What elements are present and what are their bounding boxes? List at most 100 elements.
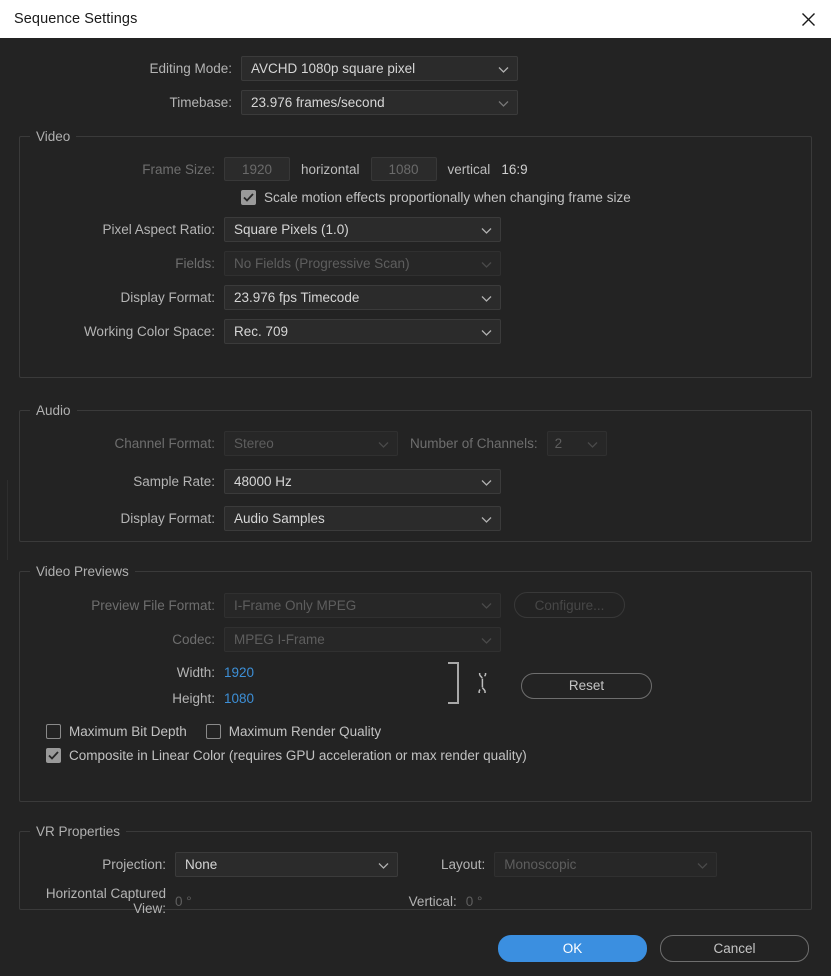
projection-value: None [185, 857, 217, 872]
preview-file-format-label: Preview File Format: [20, 598, 224, 613]
maximum-render-quality-checkbox[interactable] [206, 724, 221, 739]
chevron-down-icon [498, 61, 509, 76]
sample-rate-label: Sample Rate: [20, 474, 224, 489]
close-button[interactable] [785, 0, 831, 38]
projection-label: Projection: [20, 857, 175, 872]
frame-size-vertical-input[interactable]: 1080 [371, 157, 437, 181]
ok-button[interactable]: OK [498, 935, 647, 962]
chevron-down-icon [378, 857, 389, 872]
chevron-down-icon [481, 290, 492, 305]
maximum-render-quality-group: Maximum Render Quality [206, 724, 381, 739]
preview-height-value[interactable]: 1080 [224, 691, 254, 706]
scale-motion-row: Scale motion effects proportionally when… [20, 190, 811, 205]
preview-file-format-row: Preview File Format: I-Frame Only MPEG C… [20, 592, 811, 618]
frame-size-row: Frame Size: 1920 horizontal 1080 vertica… [20, 157, 811, 181]
maximum-render-quality-label: Maximum Render Quality [229, 724, 381, 739]
video-display-format-value: 23.976 fps Timecode [234, 290, 359, 305]
layout-select: Monoscopic [494, 852, 717, 877]
fields-row: Fields: No Fields (Progressive Scan) [20, 251, 811, 276]
preview-file-format-value: I-Frame Only MPEG [234, 598, 356, 613]
video-display-format-select[interactable]: 23.976 fps Timecode [224, 285, 501, 310]
video-section-legend: Video [30, 129, 76, 144]
scale-motion-checkbox[interactable] [241, 190, 256, 205]
chevron-down-icon [587, 436, 598, 451]
sequence-settings-dialog: Sequence Settings Editing Mode: AVCHD 10… [0, 0, 831, 976]
chevron-down-icon [481, 474, 492, 489]
channel-format-row: Channel Format: Stereo Number of Channel… [20, 431, 811, 456]
maximum-bit-depth-label: Maximum Bit Depth [69, 724, 187, 739]
fields-label: Fields: [20, 256, 224, 271]
chevron-down-icon [378, 436, 389, 451]
composite-linear-color-group: Composite in Linear Color (requires GPU … [46, 748, 527, 763]
chevron-down-icon [481, 511, 492, 526]
working-color-space-select[interactable]: Rec. 709 [224, 319, 501, 344]
frame-size-label: Frame Size: [20, 162, 224, 177]
frame-size-horizontal-value: 1920 [242, 162, 272, 177]
chevron-down-icon [481, 256, 492, 271]
timebase-row: Timebase: 23.976 frames/second [0, 90, 831, 115]
chevron-down-icon [498, 95, 509, 110]
number-of-channels-value: 2 [555, 436, 563, 451]
audio-display-format-label: Display Format: [20, 511, 224, 526]
preview-height-row: Height: 1080 [20, 691, 261, 706]
video-previews-section-legend: Video Previews [30, 564, 135, 579]
projection-select[interactable]: None [175, 852, 398, 877]
dialog-body: Editing Mode: AVCHD 1080p square pixel T… [0, 38, 831, 910]
video-section: Video Frame Size: 1920 horizontal 1080 v… [19, 129, 812, 378]
codec-select: MPEG I-Frame [224, 627, 501, 652]
maximum-bit-depth-group: Maximum Bit Depth [46, 724, 187, 739]
chevron-down-icon [481, 324, 492, 339]
sample-rate-value: 48000 Hz [234, 474, 292, 489]
chevron-down-icon [697, 857, 708, 872]
editing-mode-select[interactable]: AVCHD 1080p square pixel [241, 56, 518, 81]
channel-format-value: Stereo [234, 436, 274, 451]
pixel-aspect-ratio-label: Pixel Aspect Ratio: [20, 222, 224, 237]
preview-width-value[interactable]: 1920 [224, 665, 254, 680]
audio-section-legend: Audio [30, 403, 77, 418]
video-display-format-row: Display Format: 23.976 fps Timecode [20, 285, 811, 310]
working-color-space-value: Rec. 709 [234, 324, 288, 339]
working-color-space-label: Working Color Space: [20, 324, 224, 339]
codec-value: MPEG I-Frame [234, 632, 325, 647]
timebase-select[interactable]: 23.976 frames/second [241, 90, 518, 115]
horizontal-label: horizontal [301, 162, 360, 177]
configure-button: Configure... [514, 592, 625, 618]
horizontal-captured-view-value: 0 ° [175, 894, 192, 909]
chevron-down-icon [481, 222, 492, 237]
pixel-aspect-ratio-select[interactable]: Square Pixels (1.0) [224, 217, 501, 242]
number-of-channels-select: 2 [547, 431, 607, 456]
reset-button[interactable]: Reset [521, 673, 652, 699]
channel-format-select: Stereo [224, 431, 398, 456]
close-icon [801, 12, 816, 27]
vr-properties-section: VR Properties Projection: None Layout: M… [19, 824, 812, 910]
vr-properties-section-legend: VR Properties [30, 824, 126, 839]
editing-mode-value: AVCHD 1080p square pixel [251, 61, 415, 76]
maximum-bit-depth-checkbox[interactable] [46, 724, 61, 739]
audio-section: Audio Channel Format: Stereo Number of C… [19, 403, 812, 542]
number-of-channels-label: Number of Channels: [398, 436, 547, 451]
composite-linear-color-row: Composite in Linear Color (requires GPU … [20, 748, 811, 763]
horizontal-captured-view-label: Horizontal Captured View: [20, 886, 175, 916]
editing-mode-row: Editing Mode: AVCHD 1080p square pixel [0, 56, 831, 81]
frame-size-horizontal-input[interactable]: 1920 [224, 157, 290, 181]
layout-value: Monoscopic [504, 857, 576, 872]
bracket-icon [446, 661, 462, 710]
timebase-value: 23.976 frames/second [251, 95, 385, 110]
sample-rate-select[interactable]: 48000 Hz [224, 469, 501, 494]
codec-label: Codec: [20, 632, 224, 647]
audio-display-format-value: Audio Samples [234, 511, 325, 526]
projection-row: Projection: None Layout: Monoscopic [20, 852, 811, 877]
chain-link-icon[interactable] [476, 673, 489, 698]
frame-size-vertical-value: 1080 [389, 162, 419, 177]
audio-display-format-row: Display Format: Audio Samples [20, 506, 811, 531]
vertical-label: vertical [448, 162, 491, 177]
quality-checkbox-row: Maximum Bit Depth Maximum Render Quality [20, 724, 811, 739]
vertical-captured-view-value: 0 ° [466, 894, 483, 909]
composite-linear-color-label: Composite in Linear Color (requires GPU … [69, 748, 527, 763]
cancel-button[interactable]: Cancel [660, 935, 809, 962]
scale-motion-label: Scale motion effects proportionally when… [264, 190, 631, 205]
audio-display-format-select[interactable]: Audio Samples [224, 506, 501, 531]
composite-linear-color-checkbox[interactable] [46, 748, 61, 763]
layout-label: Layout: [398, 857, 494, 872]
sample-rate-row: Sample Rate: 48000 Hz [20, 469, 811, 494]
